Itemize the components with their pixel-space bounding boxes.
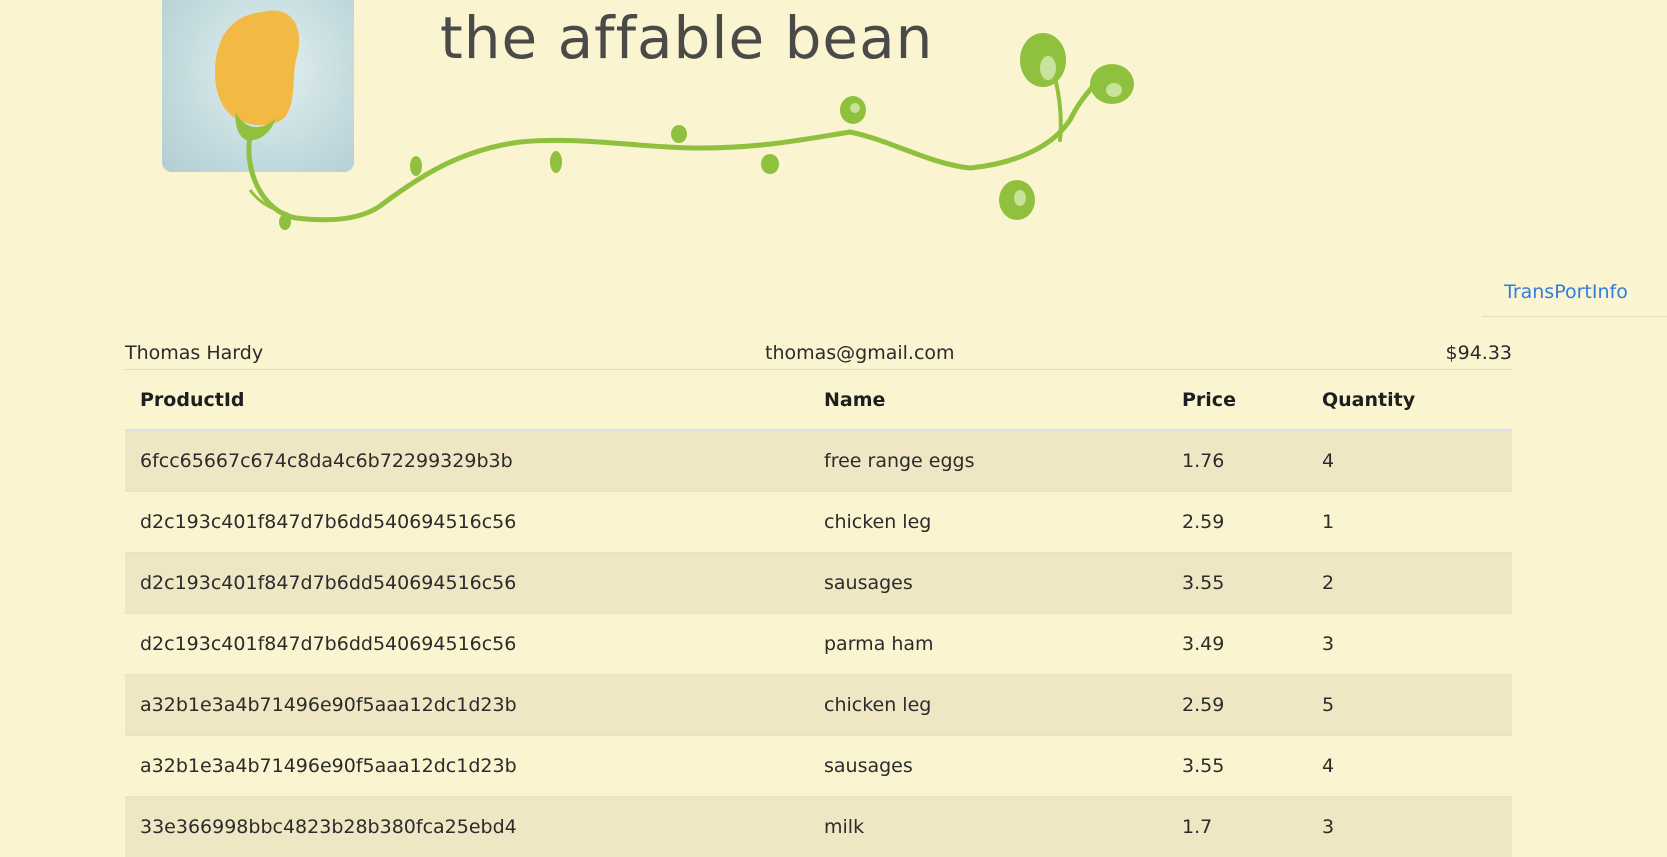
table-row: d2c193c401f847d7b6dd540694516c56 sausage… [125, 553, 1512, 614]
table-row: d2c193c401f847d7b6dd540694516c56 chicken… [125, 492, 1512, 553]
cell-price: 3.49 [1167, 614, 1307, 675]
table-row: a32b1e3a4b71496e90f5aaa12dc1d23b sausage… [125, 736, 1512, 797]
column-header-productid: ProductId [125, 370, 809, 430]
order-items-table: ProductId Name Price Quantity 6fcc65667c… [125, 370, 1512, 857]
cell-productid: d2c193c401f847d7b6dd540694516c56 [125, 553, 809, 614]
order-total: $94.33 [1446, 342, 1512, 364]
column-header-price: Price [1167, 370, 1307, 430]
table-row: d2c193c401f847d7b6dd540694516c56 parma h… [125, 614, 1512, 675]
cell-productid: d2c193c401f847d7b6dd540694516c56 [125, 614, 809, 675]
cell-price: 3.55 [1167, 736, 1307, 797]
cell-quantity: 3 [1307, 797, 1512, 857]
cell-price: 2.59 [1167, 675, 1307, 736]
cell-productid: a32b1e3a4b71496e90f5aaa12dc1d23b [125, 675, 809, 736]
cell-name: milk [809, 797, 1167, 857]
table-row: a32b1e3a4b71496e90f5aaa12dc1d23b chicken… [125, 675, 1512, 736]
cell-quantity: 4 [1307, 736, 1512, 797]
cell-name: chicken leg [809, 492, 1167, 553]
nav-divider [1482, 316, 1667, 317]
cell-productid: a32b1e3a4b71496e90f5aaa12dc1d23b [125, 736, 809, 797]
table-row: 33e366998bbc4823b28b380fca25ebd4 milk 1.… [125, 797, 1512, 857]
customer-email: thomas@gmail.com [765, 342, 955, 364]
cell-productid: d2c193c401f847d7b6dd540694516c56 [125, 492, 809, 553]
cell-price: 3.55 [1167, 553, 1307, 614]
cell-name: sausages [809, 736, 1167, 797]
cell-price: 2.59 [1167, 492, 1307, 553]
brand-title: the affable bean [440, 4, 933, 72]
cell-price: 1.76 [1167, 430, 1307, 492]
cell-name: parma ham [809, 614, 1167, 675]
cell-productid: 6fcc65667c674c8da4c6b72299329b3b [125, 430, 809, 492]
cell-price: 1.7 [1167, 797, 1307, 857]
cell-productid: 33e366998bbc4823b28b380fca25ebd4 [125, 797, 809, 857]
order-summary: Thomas Hardy thomas@gmail.com $94.33 [125, 341, 1512, 370]
cell-quantity: 5 [1307, 675, 1512, 736]
transport-info-link[interactable]: TransPortInfo [1504, 281, 1628, 303]
customer-name: Thomas Hardy [125, 342, 263, 364]
cell-name: sausages [809, 553, 1167, 614]
cell-quantity: 4 [1307, 430, 1512, 492]
cell-quantity: 3 [1307, 614, 1512, 675]
cell-quantity: 1 [1307, 492, 1512, 553]
cell-quantity: 2 [1307, 553, 1512, 614]
cell-name: free range eggs [809, 430, 1167, 492]
table-row: 6fcc65667c674c8da4c6b72299329b3b free ra… [125, 430, 1512, 492]
cell-name: chicken leg [809, 675, 1167, 736]
column-header-quantity: Quantity [1307, 370, 1512, 430]
column-header-name: Name [809, 370, 1167, 430]
table-header-row: ProductId Name Price Quantity [125, 370, 1512, 430]
